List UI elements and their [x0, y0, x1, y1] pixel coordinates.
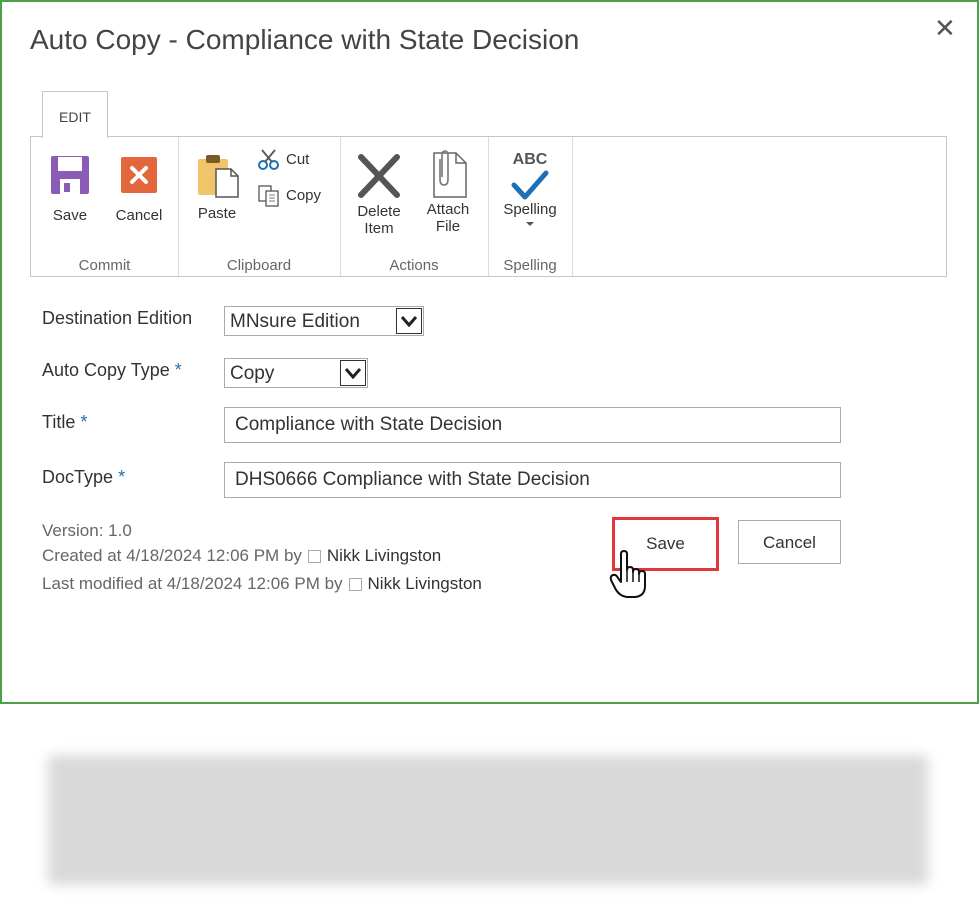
- ribbon: Save Cancel Commit Paste Cut Copy Clipbo…: [30, 136, 947, 277]
- version-text: Version: 1.0: [42, 521, 132, 540]
- ribbon-cancel-label: Cancel: [115, 207, 163, 224]
- auto-copy-type-value: Copy: [230, 363, 275, 384]
- ribbon-paste-button[interactable]: Paste: [192, 153, 242, 222]
- dialog: Auto Copy - Compliance with State Decisi…: [0, 0, 979, 704]
- ribbon-copy-button[interactable]: Copy: [258, 185, 321, 207]
- ribbon-paste-label: Paste: [197, 205, 237, 222]
- ribbon-delete-item-button[interactable]: Delete Item: [352, 151, 406, 237]
- ribbon-group-clipboard: Paste Cut Copy Clipboard: [178, 137, 341, 276]
- tab-edit[interactable]: EDIT: [42, 91, 108, 138]
- ribbon-cut-label: Cut: [286, 150, 310, 168]
- chevron-down-icon[interactable]: [340, 360, 366, 386]
- paste-icon: [198, 155, 239, 198]
- checkmark-icon: [511, 170, 549, 200]
- blurred-region: [48, 755, 928, 885]
- ribbon-save-button[interactable]: Save: [45, 155, 95, 224]
- group-label-spelling: Spelling: [503, 257, 557, 274]
- chevron-down-icon: [526, 222, 534, 226]
- hand-pointer-cursor-icon: [609, 550, 646, 598]
- created-text: Created at 4/18/2024 12:06 PM by Nikk Liv…: [42, 546, 442, 565]
- ribbon-save-label: Save: [52, 207, 88, 224]
- chevron-down-icon[interactable]: [396, 308, 422, 334]
- ribbon-group-commit: Save Cancel Commit: [31, 137, 179, 276]
- auto-copy-type-select[interactable]: Copy: [224, 358, 368, 388]
- ribbon-attach-file-button[interactable]: Attach File: [420, 149, 476, 235]
- doctype-label: DocType *: [42, 467, 126, 487]
- cancel-icon: [121, 157, 157, 193]
- modified-by-link[interactable]: Nikk Livingston: [368, 574, 482, 593]
- ribbon-cut-button[interactable]: Cut: [258, 149, 309, 171]
- abc-label: ABC: [512, 151, 548, 168]
- delete-label-line2: Item: [364, 220, 394, 237]
- group-label-commit: Commit: [78, 257, 131, 274]
- ribbon-group-spelling: ABC Spelling Spelling: [488, 137, 573, 276]
- delete-x-icon: [358, 154, 400, 198]
- presence-icon: [307, 550, 321, 564]
- destination-edition-value: MNsure Edition: [230, 311, 360, 332]
- destination-edition-label: Destination Edition: [42, 308, 193, 328]
- save-icon: [51, 156, 89, 194]
- ribbon-copy-label: Copy: [286, 186, 322, 204]
- ribbon-spelling-button[interactable]: ABC Spelling: [496, 151, 564, 228]
- dialog-title: Auto Copy - Compliance with State Decisi…: [30, 24, 580, 55]
- auto-copy-type-label: Auto Copy Type *: [42, 360, 182, 380]
- scissors-icon: [258, 149, 279, 170]
- title-label: Title *: [42, 412, 88, 432]
- ribbon-spelling-label: Spelling: [503, 201, 557, 218]
- attach-label-line2: File: [435, 218, 461, 235]
- presence-icon: [348, 578, 362, 592]
- ribbon-group-actions: Delete Item Attach File Actions: [340, 137, 489, 276]
- group-label-actions: Actions: [389, 257, 439, 274]
- delete-label-line1: Delete: [357, 203, 401, 220]
- ribbon-cancel-button[interactable]: Cancel: [109, 155, 169, 224]
- group-label-clipboard: Clipboard: [226, 257, 292, 274]
- cancel-button[interactable]: Cancel: [738, 520, 841, 564]
- doctype-input[interactable]: DHS0666 Compliance with State Decision: [224, 462, 841, 498]
- title-input[interactable]: Compliance with State Decision: [224, 407, 841, 443]
- attach-file-icon: [433, 150, 467, 198]
- close-icon[interactable]: ✕: [934, 16, 956, 42]
- attach-label-line1: Attach: [426, 201, 470, 218]
- copy-icon: [258, 185, 279, 207]
- created-by-link[interactable]: Nikk Livingston: [327, 546, 441, 565]
- modified-text: Last modified at 4/18/2024 12:06 PM by Ni…: [42, 574, 482, 593]
- destination-edition-select[interactable]: MNsure Edition: [224, 306, 424, 336]
